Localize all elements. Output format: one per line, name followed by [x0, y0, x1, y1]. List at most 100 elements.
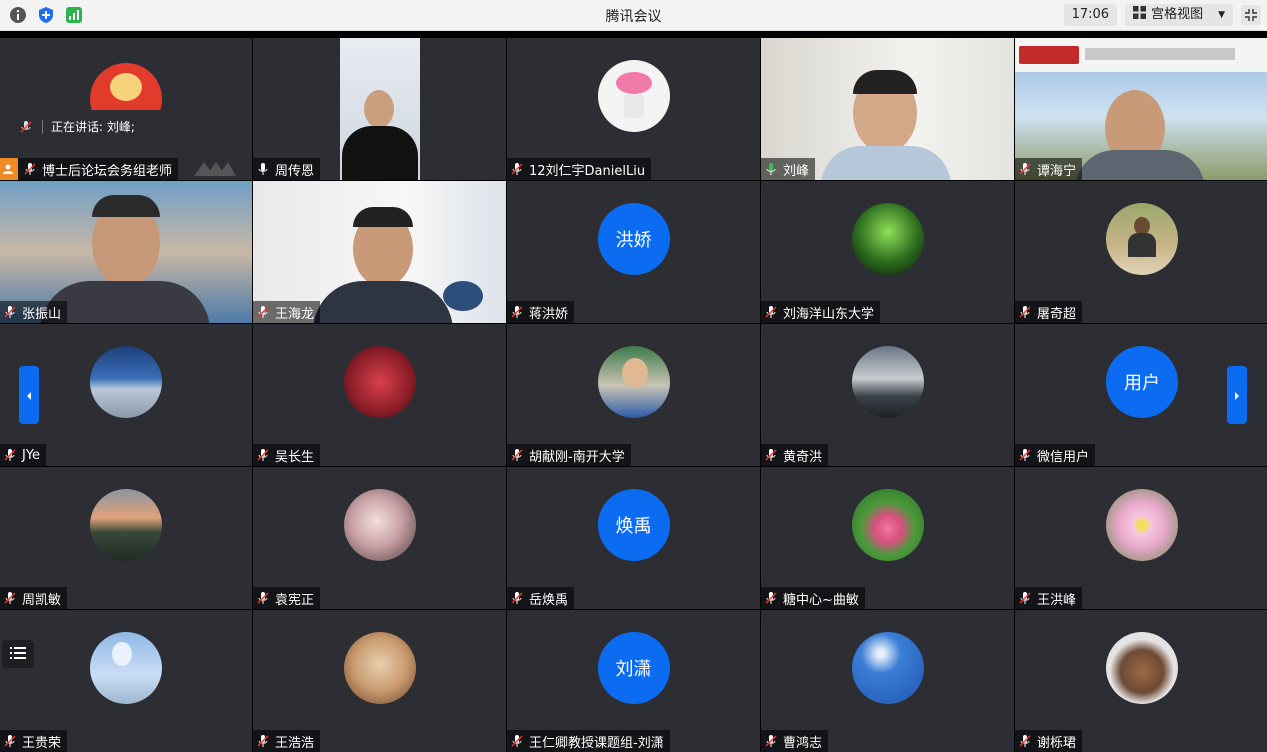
speaking-text: 正在讲话: 刘峰;	[51, 120, 135, 134]
child-photo-avatar	[597, 346, 670, 418]
network-signal-icon[interactable]	[64, 5, 84, 25]
view-mode-dropdown[interactable]: 宫格视图 ▼	[1125, 4, 1233, 26]
tencent-meeting-watermark-icon	[192, 158, 238, 180]
participant-name: 胡献刚-南开大学	[529, 449, 625, 465]
participant-name: 糖中心~曲敏	[783, 592, 859, 608]
mic-muted-icon	[509, 161, 525, 177]
participant-name-bar: 曹鸿志	[761, 730, 829, 752]
participant-tile-active-speaker[interactable]: 刘峰	[761, 38, 1014, 180]
participant-name-bar: 王海龙	[253, 301, 321, 323]
participant-tile[interactable]: 洪娇 蒋洪娇	[507, 181, 760, 323]
participant-tile[interactable]: 12刘仁宇DanielLiu	[507, 38, 760, 180]
green-tree-avatar	[851, 203, 924, 275]
participant-name-bar: 周传恩	[253, 158, 321, 180]
exit-fullscreen-icon[interactable]	[1241, 5, 1261, 25]
flower-avatar	[597, 60, 670, 132]
mic-muted-icon	[255, 447, 271, 463]
participant-tile[interactable]: 王贵荣	[0, 610, 252, 752]
mic-muted-icon	[509, 447, 525, 463]
participant-name: 岳焕禹	[529, 592, 569, 608]
participant-tile[interactable]: 正在讲话: 刘峰; 博士后论坛会务组老师	[0, 38, 252, 180]
participant-tile[interactable]: 焕禹 岳焕禹	[507, 467, 760, 609]
mic-muted-icon	[255, 733, 271, 749]
chevron-down-icon: ▼	[1218, 10, 1225, 20]
participant-name: 王洪峰	[1037, 592, 1077, 608]
title-bar-left-icons	[8, 5, 84, 25]
blossom-avatar	[343, 489, 416, 561]
meeting-clock: 17:06	[1063, 4, 1118, 26]
tiger-logo-avatar	[90, 63, 162, 110]
participant-tile[interactable]: 谭海宁	[1015, 38, 1267, 180]
mic-muted-icon	[1017, 733, 1033, 749]
next-page-button[interactable]	[1227, 366, 1247, 424]
info-icon[interactable]	[8, 5, 28, 25]
mic-muted-icon	[2, 590, 18, 606]
participant-tile[interactable]: 王洪峰	[1015, 467, 1267, 609]
text-avatar: 用户	[1106, 346, 1178, 418]
mic-muted-icon	[1017, 304, 1033, 320]
title-bar-right: 17:06 宫格视图 ▼	[1063, 4, 1261, 26]
participant-tile[interactable]: 吴长生	[253, 324, 506, 466]
mic-muted-icon	[1017, 590, 1033, 606]
participant-name-bar: 刘海洋山东大学	[761, 301, 881, 323]
participant-tile[interactable]: 张振山	[0, 181, 252, 323]
person-outdoor-avatar	[1106, 203, 1178, 275]
participant-name-bar: 屠奇超	[1015, 301, 1083, 323]
university-logo-icon	[1019, 46, 1079, 64]
participant-tile[interactable]: 刘潇 王仁卿教授课题组-刘潇	[507, 610, 760, 752]
participant-name-bar: 12刘仁宇DanielLiu	[507, 158, 652, 180]
participant-tile[interactable]: 胡献刚-南开大学	[507, 324, 760, 466]
mic-on-icon	[255, 161, 271, 177]
mic-muted-icon	[2, 733, 18, 749]
participant-name-bar: 张振山	[0, 301, 68, 323]
participant-tile[interactable]: 刘海洋山东大学	[761, 181, 1014, 323]
participant-tile[interactable]: 糖中心~曲敏	[761, 467, 1014, 609]
participant-tile[interactable]: 屠奇超	[1015, 181, 1267, 323]
text-avatar: 洪娇	[597, 203, 670, 275]
participant-name: 屠奇超	[1037, 306, 1077, 322]
participant-name-bar: 周凯敏	[0, 587, 68, 609]
participant-name: 王仁卿教授课题组-刘潇	[529, 735, 664, 751]
sunset-avatar	[851, 346, 924, 418]
mic-muted-icon	[763, 733, 779, 749]
lake-sunset-avatar	[90, 489, 162, 561]
text-avatar: 焕禹	[597, 489, 670, 561]
participant-tile[interactable]: 周凯敏	[0, 467, 252, 609]
participant-name: 周凯敏	[22, 592, 62, 608]
participant-name: 博士后论坛会务组老师	[42, 163, 173, 179]
mic-on-icon	[763, 161, 779, 177]
participant-tile[interactable]: 周传恩	[253, 38, 506, 180]
host-user-icon	[0, 158, 18, 180]
participant-name-bar: 岳焕禹	[507, 587, 575, 609]
mic-muted-icon	[18, 119, 34, 135]
participant-name: 周传恩	[275, 163, 315, 179]
participant-name: 黄奇洪	[783, 449, 823, 465]
participant-tile[interactable]: 曹鸿志	[761, 610, 1014, 752]
participant-name-bar: JYe	[0, 444, 47, 466]
security-shield-icon[interactable]	[36, 5, 56, 25]
participant-name-bar: 刘峰	[761, 158, 816, 180]
participant-tile[interactable]: 王浩浩	[253, 610, 506, 752]
toolbar-menu-button[interactable]	[2, 640, 34, 668]
participant-tile[interactable]: 袁宪正	[253, 467, 506, 609]
participant-name: 张振山	[22, 306, 62, 322]
participant-tile[interactable]: 王海龙	[253, 181, 506, 323]
participant-name-bar: 谢栎珺	[1015, 730, 1083, 752]
participant-name: 谭海宁	[1037, 163, 1077, 179]
speaking-indicator: 正在讲话: 刘峰;	[18, 118, 135, 135]
text-avatar: 刘潇	[597, 632, 670, 704]
participant-tile[interactable]: 谢栎珺	[1015, 610, 1267, 752]
mic-muted-icon	[763, 590, 779, 606]
participant-name: 谢栎珺	[1037, 735, 1077, 751]
participant-name-bar: 王浩浩	[253, 730, 321, 752]
mic-muted-icon	[509, 590, 525, 606]
mic-muted-icon	[763, 304, 779, 320]
participant-tile[interactable]: 黄奇洪	[761, 324, 1014, 466]
chevron-right-icon	[1233, 386, 1241, 405]
blue-sky-avatar	[851, 632, 924, 704]
participant-name: 王贵荣	[22, 735, 62, 751]
teddy-bear-avatar	[1106, 632, 1178, 704]
prev-page-button[interactable]	[19, 366, 39, 424]
mic-muted-icon	[2, 447, 18, 463]
participant-name: 刘海洋山东大学	[783, 306, 875, 322]
